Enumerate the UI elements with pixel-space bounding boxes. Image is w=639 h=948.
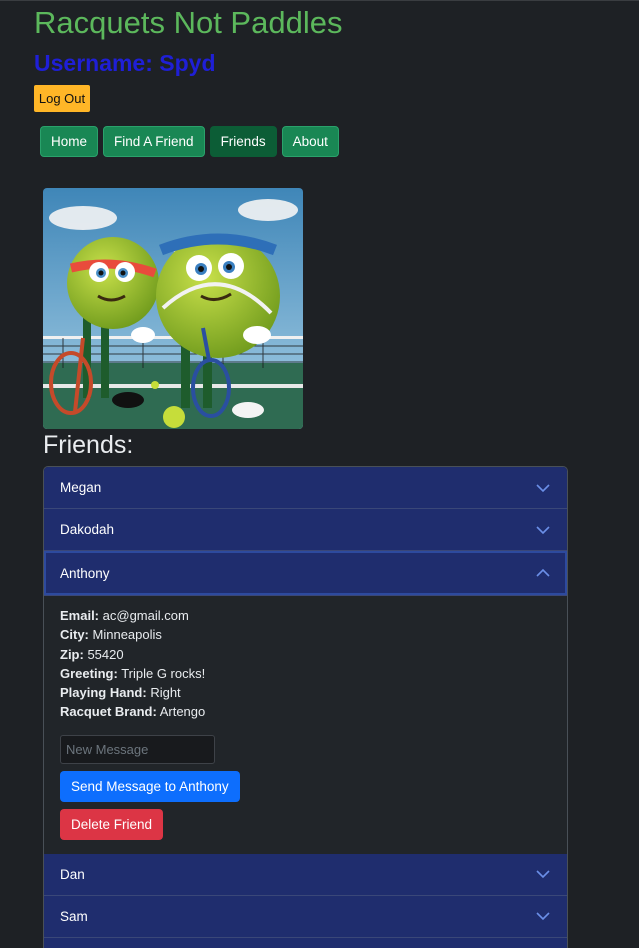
new-message-input[interactable] (60, 734, 215, 764)
nav-about-button[interactable]: About (281, 126, 339, 157)
delete-friend-button[interactable]: Delete Friend (60, 808, 164, 840)
detail-racquet-brand: Racquet Brand: Artengo (60, 704, 206, 720)
main-nav: Home Find A Friend Friends About (40, 126, 339, 157)
nav-friends-button[interactable]: Friends (209, 126, 277, 157)
tennis-ball-characters-image (43, 188, 303, 429)
detail-playing-hand: Playing Hand: Right (60, 685, 181, 701)
detail-email: Email: ac@gmail.com (60, 608, 189, 623)
chevron-down-icon (536, 912, 550, 921)
chevron-down-icon (536, 870, 550, 879)
friend-item-dan[interactable]: Dan (44, 853, 567, 896)
friend-name: Anthony (60, 565, 110, 581)
friend-item-sam[interactable]: Sam (44, 895, 567, 938)
nav-find-a-friend-button[interactable]: Find A Friend (103, 126, 205, 157)
detail-greeting: Greeting: Triple G rocks! (60, 665, 206, 681)
chevron-down-icon (536, 483, 550, 492)
friends-heading: Friends: (43, 431, 134, 459)
friend-item-megan[interactable]: Megan (44, 467, 567, 509)
detail-zip: Zip: 55420 (60, 646, 124, 662)
chevron-down-icon (536, 525, 550, 534)
friend-name: Dan (60, 866, 85, 882)
friend-item-partial[interactable] (44, 937, 567, 948)
username-label: Username: Spyd (34, 50, 216, 76)
friend-item-anthony[interactable]: Anthony (44, 551, 567, 596)
app-title: Racquets Not Paddles (34, 5, 343, 40)
friend-name: Dakodah (60, 522, 115, 537)
friend-name: Sam (60, 908, 88, 924)
chevron-up-icon (536, 568, 550, 577)
friends-accordion: Megan Dakodah Anthony Email: ac@gmail.co… (43, 466, 568, 948)
detail-city: City: Minneapolis (60, 627, 162, 643)
logout-button[interactable]: Log Out (34, 85, 90, 112)
send-message-button[interactable]: Send Message to Anthony (60, 770, 240, 802)
friend-item-dakodah[interactable]: Dakodah (44, 509, 567, 551)
friend-detail-panel: Email: ac@gmail.com City: Minneapolis Zi… (44, 596, 567, 854)
friend-name: Megan (60, 480, 102, 495)
nav-home-button[interactable]: Home (40, 126, 99, 157)
